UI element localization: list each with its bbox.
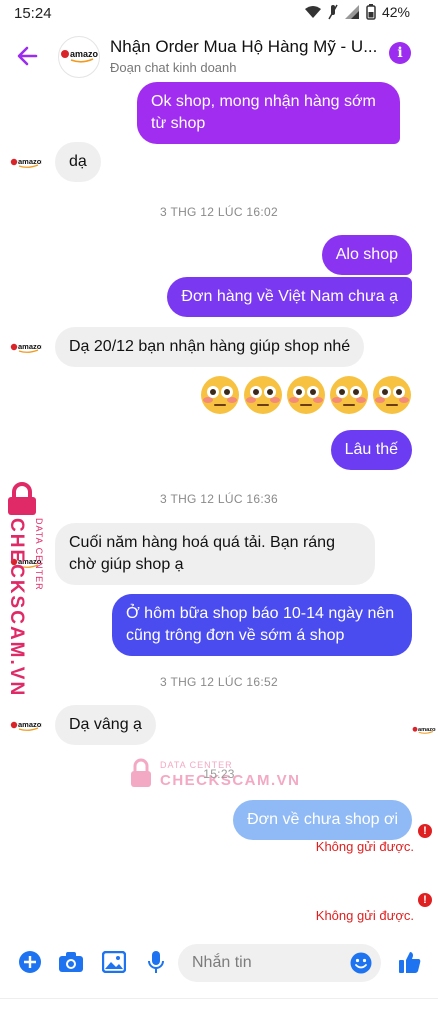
add-button[interactable] xyxy=(16,948,44,976)
chat-header: amazon Nhận Order Mua Hộ Hàng Mỹ - U... … xyxy=(0,28,438,84)
send-error-text[interactable]: Không gửi được. xyxy=(316,908,414,923)
wifi-icon xyxy=(304,6,321,18)
sender-avatar: amazon xyxy=(10,338,42,358)
svg-text:amazon: amazon xyxy=(18,720,42,729)
svg-text:amazon: amazon xyxy=(418,727,436,733)
info-icon[interactable]: i xyxy=(389,42,411,64)
incoming-message[interactable]: Dạ 20/12 bạn nhận hàng giúp shop nhé xyxy=(55,327,365,367)
svg-text:amazon: amazon xyxy=(18,342,42,351)
svg-text:amazon: amazon xyxy=(70,49,98,59)
incoming-message[interactable]: Cuối năm hàng hoá quá tải. Bạn ráng chờ … xyxy=(55,523,375,585)
outgoing-message[interactable]: Đơn hàng về Việt Nam chưa ạ xyxy=(167,277,412,317)
timestamp: 3 THG 12 LÚC 16:02 xyxy=(160,205,278,219)
amazon-logo-icon: amazon xyxy=(10,342,42,353)
like-button[interactable] xyxy=(396,948,424,976)
send-error-text[interactable]: Không gửi được. xyxy=(316,839,414,854)
message-input-placeholder: Nhắn tin xyxy=(192,954,252,971)
status-time: 15:24 xyxy=(14,5,52,22)
timestamp: 3 THG 12 LÚC 16:36 xyxy=(160,492,278,506)
outgoing-message[interactable]: Alo shop xyxy=(321,235,412,275)
side-watermark: DATA CENTER CHECKSCAM.VN xyxy=(2,482,50,697)
amazon-logo-icon: amazon xyxy=(61,49,98,63)
outgoing-message[interactable]: Ok shop, mong nhận hàng sớm từ shop xyxy=(137,82,400,144)
plus-circle-icon xyxy=(19,951,41,973)
voice-button[interactable] xyxy=(142,948,170,976)
pending-message[interactable]: Đơn về chưa shop ơi xyxy=(233,800,412,840)
side-watermark-brand-text: CHECKSCAM.VN xyxy=(6,518,27,698)
flushed-face-emoji-icon xyxy=(373,376,411,414)
flushed-face-emoji-icon xyxy=(287,376,325,414)
page-avatar[interactable]: amazon xyxy=(58,36,100,78)
emoji-icon[interactable] xyxy=(350,952,372,974)
mute-icon xyxy=(328,4,338,20)
battery-percent: 42% xyxy=(381,4,410,20)
thumbs-up-icon xyxy=(399,952,421,973)
chat-subtitle: Đoạn chat kinh doanh xyxy=(110,60,237,75)
camera-button[interactable] xyxy=(57,948,85,976)
flushed-face-emoji-icon xyxy=(244,376,282,414)
error-icon: ! xyxy=(418,893,432,907)
error-icon: ! xyxy=(418,824,432,838)
flushed-face-emoji-icon xyxy=(330,376,368,414)
timestamp: 15:23 xyxy=(203,767,235,781)
side-watermark-small-text: DATA CENTER xyxy=(34,518,44,591)
seen-avatar: amazon xyxy=(412,722,436,738)
amazon-logo-icon: amazon xyxy=(10,720,42,731)
incoming-message[interactable]: Dạ vâng ạ xyxy=(55,705,156,745)
back-button[interactable] xyxy=(14,42,42,70)
outgoing-message[interactable]: Lâu thế xyxy=(330,430,412,470)
message-composer: Nhắn tin xyxy=(0,936,438,992)
message-input[interactable]: Nhắn tin xyxy=(178,944,381,982)
amazon-logo-icon: amazon xyxy=(412,727,436,734)
back-arrow-icon xyxy=(17,46,38,66)
image-icon xyxy=(102,951,126,973)
flushed-face-emoji-icon xyxy=(201,376,239,414)
sender-avatar: amazon xyxy=(10,153,42,173)
emoji-reaction-row[interactable] xyxy=(200,375,412,415)
microphone-icon xyxy=(148,951,164,973)
status-bar: 15:24 42% xyxy=(0,0,438,28)
gallery-button[interactable] xyxy=(100,948,128,976)
battery-icon xyxy=(366,4,376,20)
system-nav-bar xyxy=(0,998,438,1024)
incoming-message[interactable]: dạ xyxy=(55,142,101,182)
amazon-logo-icon: amazon xyxy=(10,157,42,168)
sender-avatar: amazon xyxy=(10,716,42,736)
outgoing-message[interactable]: Ở hôm bữa shop báo 10-14 ngày nên cũng t… xyxy=(112,594,412,656)
timestamp: 3 THG 12 LÚC 16:52 xyxy=(160,675,278,689)
status-icons: 42% xyxy=(304,4,410,20)
signal-icon xyxy=(344,5,359,19)
lock-watermark-icon xyxy=(8,482,36,515)
camera-icon xyxy=(59,952,83,972)
svg-text:amazon: amazon xyxy=(18,157,42,166)
chat-title[interactable]: Nhận Order Mua Hộ Hàng Mỹ - U... xyxy=(110,37,380,57)
